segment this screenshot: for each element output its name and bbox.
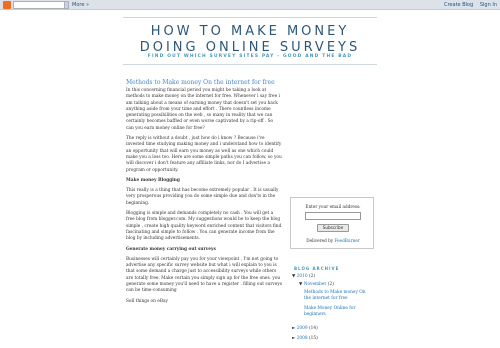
- blog-title[interactable]: HOW TO MAKE MONEY DOING ONLINE SURVEYS: [0, 24, 500, 56]
- archive-year-link[interactable]: 2009: [297, 326, 308, 331]
- archive-post-link[interactable]: Make Money Online for beginners: [304, 306, 356, 317]
- delivered-by: Delivered by FeedBurner: [291, 238, 375, 243]
- navbar-search-button[interactable]: [64, 1, 69, 9]
- create-blog-link[interactable]: Create Blog: [444, 2, 473, 8]
- post-subheading-blogging: Make money Blogging: [126, 177, 180, 183]
- collapse-toggle-icon[interactable]: ►: [292, 336, 295, 341]
- email-subscribe-widget: Enter your email address: Subscribe Deli…: [290, 197, 374, 249]
- email-input[interactable]: [305, 212, 361, 220]
- post-title[interactable]: Methods to Make money On the internet fo…: [126, 79, 282, 87]
- archive-post-item[interactable]: Make Money Online for beginners: [304, 306, 372, 318]
- post-paragraph-1: In this concerning financial period you …: [126, 88, 280, 131]
- post-paragraph-2: The reply is without a doubt , just how …: [126, 136, 282, 173]
- sign-in-link[interactable]: Sign In: [480, 2, 497, 8]
- archive-post-item[interactable]: Methods to Make money On the internet fo…: [304, 290, 372, 302]
- expand-toggle-icon[interactable]: ▼: [292, 274, 295, 279]
- navbar-search-input[interactable]: [13, 1, 65, 9]
- post-paragraph-3: This really is a thing that has become e…: [126, 188, 279, 206]
- navbar-account-links: Create Blog Sign In: [439, 1, 497, 9]
- archive-count: (14): [309, 326, 318, 331]
- archive-year-link[interactable]: 2008: [297, 336, 308, 341]
- blogger-logo-icon[interactable]: [3, 1, 11, 9]
- post-paragraph-4: Blogging is simple and demands completel…: [126, 211, 282, 242]
- archive-year-2009[interactable]: ► 2009 (14): [292, 326, 318, 332]
- feedburner-link[interactable]: FeedBurner: [334, 238, 359, 243]
- delivered-by-text: Delivered by: [306, 238, 334, 243]
- archive-month-link[interactable]: November: [304, 282, 327, 287]
- blog-archive-heading: BLOG ARCHIVE: [294, 266, 340, 271]
- header-top-divider: [123, 17, 377, 18]
- blog-description: FIND OUT WHICH SURVEY SITES PAY - GOOD A…: [147, 54, 353, 59]
- archive-year-2008[interactable]: ► 2008 (15): [292, 336, 318, 342]
- archive-year-link[interactable]: 2010: [297, 274, 308, 279]
- archive-count: (15): [309, 336, 318, 341]
- post-paragraph-6: Sell things on eBay: [126, 298, 168, 304]
- archive-year-2010[interactable]: ▼ 2010 (2): [292, 274, 315, 280]
- post-content: Methods to Make money On the internet fo…: [126, 79, 282, 309]
- header-bottom-divider: [123, 64, 377, 65]
- expand-toggle-icon[interactable]: ▼: [299, 282, 302, 287]
- archive-count: (2): [327, 282, 334, 287]
- post-paragraph-5: Businesses will certainly pay you for yo…: [126, 256, 283, 294]
- email-label: Enter your email address:: [305, 204, 361, 209]
- blogger-navbar: More » Create Blog Sign In: [0, 0, 500, 10]
- archive-post-link[interactable]: Methods to Make money On the internet fo…: [304, 290, 366, 301]
- archive-count: (2): [309, 274, 316, 279]
- post-subheading-surveys: Generate money carrying out surveys: [126, 246, 216, 252]
- blog-title-line1[interactable]: HOW TO MAKE MONEY: [0, 24, 500, 40]
- archive-month-november[interactable]: ▼ November (2): [299, 282, 334, 288]
- more-link[interactable]: More »: [72, 1, 89, 9]
- collapse-toggle-icon[interactable]: ►: [292, 326, 295, 331]
- subscribe-button[interactable]: Subscribe: [317, 224, 349, 232]
